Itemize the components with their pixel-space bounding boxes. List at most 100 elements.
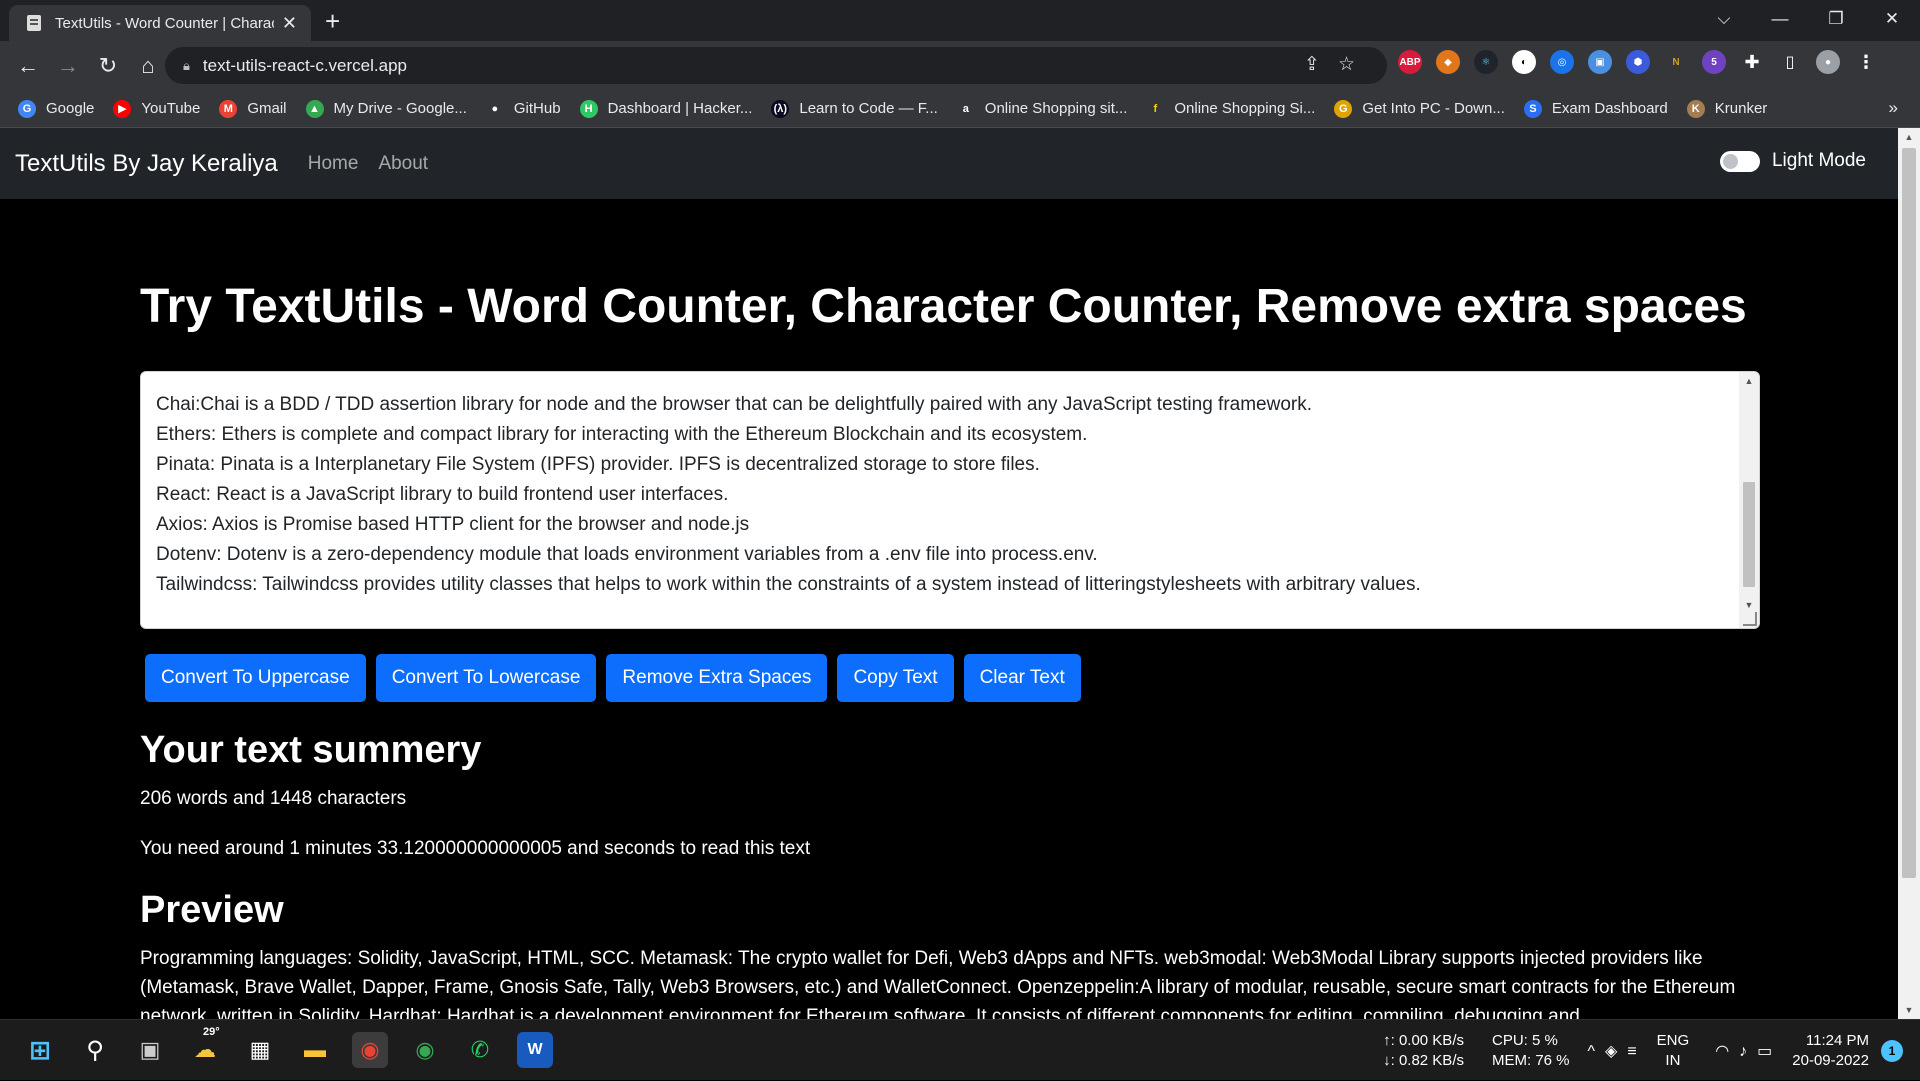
tray-overflow-icon[interactable]: ^◈≡ — [1588, 1041, 1647, 1061]
adblock-extension-icon[interactable]: ABP — [1398, 50, 1422, 74]
back-icon[interactable]: ← — [8, 53, 48, 79]
reading-time: You need around 1 minutes 33.12000000000… — [140, 838, 811, 859]
file-explorer-icon[interactable]: ▬ — [297, 1032, 333, 1068]
page-scroll-down-icon[interactable]: ▼ — [1898, 1005, 1920, 1015]
page-scroll-up-icon[interactable]: ▲ — [1898, 132, 1920, 142]
textarea-line: Dotenv: Dotenv is a zero-dependency modu… — [156, 544, 1098, 565]
page-scroll-thumb[interactable] — [1902, 148, 1916, 878]
text-input-area[interactable]: Chai:Chai is a BDD / TDD assertion libra… — [140, 371, 1760, 629]
restore-icon[interactable]: ❐ — [1808, 0, 1864, 41]
menu-kebab-icon[interactable]: ⋮ — [1854, 50, 1878, 74]
forward-icon[interactable]: → — [48, 53, 88, 79]
minimize-icon[interactable]: — — [1752, 0, 1808, 41]
action-buttons: Convert To Uppercase Convert To Lowercas… — [145, 654, 1091, 702]
react-devtools-icon[interactable]: ⚛ — [1474, 50, 1498, 74]
extension-icon[interactable]: 5 — [1702, 50, 1726, 74]
bookmark-item[interactable]: (λ) Learn to Code — F... — [771, 99, 938, 118]
extension-icon[interactable]: ⬢ — [1626, 50, 1650, 74]
profile-avatar[interactable]: ● — [1816, 50, 1840, 74]
scroll-up-icon[interactable]: ▲ — [1739, 376, 1759, 386]
textarea-line: React: React is a JavaScript library to … — [156, 484, 729, 505]
nav-home-link[interactable]: Home — [308, 153, 359, 175]
mode-toggle[interactable]: Light Mode — [1719, 150, 1866, 172]
share-icon[interactable]: ⇪☆ — [1304, 53, 1373, 76]
tab-search-icon[interactable]: ⌵ — [1696, 0, 1752, 41]
bookmark-item[interactable]: ▲ My Drive - Google... — [305, 99, 467, 118]
bookmark-label: Krunker — [1714, 100, 1768, 117]
extension-icon[interactable]: ◐ — [1512, 50, 1536, 74]
lock-icon[interactable]: 🔒︎ — [183, 58, 190, 74]
clear-text-button[interactable]: Clear Text — [963, 654, 1081, 702]
bookmark-label: Exam Dashboard — [1551, 100, 1668, 117]
nav-about-link[interactable]: About — [378, 153, 428, 175]
bookmark-item[interactable]: G Google — [18, 99, 94, 118]
bookmark-item[interactable]: ▶ YouTube — [113, 99, 200, 118]
windows-start-icon[interactable]: ⊞ — [22, 1032, 58, 1068]
extensions-puzzle-icon[interactable]: ✚ — [1740, 50, 1764, 74]
bookmark-label: My Drive - Google... — [333, 100, 467, 117]
bookmark-item[interactable]: K Krunker — [1686, 99, 1768, 118]
extension-icon[interactable]: N — [1664, 50, 1688, 74]
page-favicon-icon — [27, 15, 41, 31]
convert-lowercase-button[interactable]: Convert To Lowercase — [375, 654, 597, 702]
search-icon[interactable]: ⚲ — [77, 1032, 113, 1068]
reload-icon[interactable]: ↻ — [88, 53, 128, 79]
whatsapp-icon[interactable]: ✆ — [462, 1032, 498, 1068]
textarea-scrollbar[interactable]: ▲ ▼ — [1739, 372, 1759, 628]
url-text: text-utils-react-c.vercel.app — [202, 55, 407, 75]
bookmark-favicon-icon: (λ) — [771, 99, 790, 118]
bookmark-favicon-icon: K — [1686, 99, 1705, 118]
metamask-extension-icon[interactable]: ◆ — [1436, 50, 1460, 74]
textarea-content: Chai:Chai is a BDD / TDD assertion libra… — [156, 372, 1729, 600]
textarea-scroll-thumb[interactable] — [1743, 482, 1755, 587]
bookmark-item[interactable]: ● GitHub — [486, 100, 561, 118]
bookmark-favicon-icon: G — [18, 99, 36, 118]
close-tab-icon[interactable]: ✕ — [282, 13, 297, 34]
bookmark-item[interactable]: f Online Shopping Si... — [1146, 100, 1316, 118]
address-bar[interactable]: 🔒︎ text-utils-react-c.vercel.app ⇪☆ — [165, 47, 1387, 84]
bookmark-favicon-icon: S — [1523, 99, 1542, 118]
bookmark-item[interactable]: a Online Shopping sit... — [957, 100, 1128, 118]
copy-text-button[interactable]: Copy Text — [837, 654, 954, 702]
bookmark-label: GitHub — [513, 100, 561, 117]
bookmarks-overflow-icon[interactable]: » — [1889, 98, 1898, 118]
task-view-icon[interactable]: ▣ — [132, 1032, 168, 1068]
convert-uppercase-button[interactable]: Convert To Uppercase — [145, 654, 366, 702]
language-indicator[interactable]: ENG IN — [1657, 1031, 1690, 1071]
bookmark-label: Get Into PC - Down... — [1362, 100, 1505, 117]
bookmark-favicon-icon: a — [962, 102, 969, 115]
browser-tab[interactable]: TextUtils - Word Counter | Charact ✕ — [9, 5, 311, 41]
taskbar-apps: ⊞ ⚲ ▣ ☁ 29° ▦ ▬ ◉ ◉ ✆ W — [22, 1026, 553, 1068]
scroll-down-icon[interactable]: ▼ — [1739, 600, 1759, 610]
close-window-icon[interactable]: ✕ — [1864, 0, 1920, 41]
new-tab-icon[interactable]: + — [325, 6, 340, 37]
bookmark-item[interactable]: G Get Into PC - Down... — [1334, 99, 1505, 118]
chrome-icon[interactable]: ◉ — [352, 1032, 388, 1068]
weather-icon[interactable]: ☁ 29° — [187, 1026, 223, 1068]
brand-link[interactable]: TextUtils By Jay Keraliya — [15, 150, 278, 178]
mode-switch[interactable] — [1719, 150, 1760, 172]
word-icon[interactable]: W — [517, 1032, 553, 1068]
page-scrollbar[interactable]: ▲ ▼ — [1898, 128, 1920, 1019]
textarea-line: Tailwindcss: Tailwindcss provides utilit… — [156, 574, 1421, 595]
wifi-volume-battery-icon[interactable]: ◠♪▭ — [1715, 1041, 1782, 1061]
tab-strip: TextUtils - Word Counter | Charact ✕ + ⌵… — [0, 0, 1920, 41]
window-controls: ⌵ — ❐ ✕ — [1696, 0, 1920, 41]
extension-icon[interactable]: ◎ — [1550, 50, 1574, 74]
chrome-profile-icon[interactable]: ◉ — [407, 1032, 443, 1068]
home-icon[interactable]: ⌂ — [128, 53, 168, 79]
bookmark-label: Dashboard | Hacker... — [607, 100, 753, 117]
clock[interactable]: 11:24 PM 20-09-2022 — [1792, 1031, 1869, 1071]
extension-icon[interactable]: ▣ — [1588, 50, 1612, 74]
bookmark-item[interactable]: M Gmail — [219, 99, 287, 118]
system-tray: ↑: 0.00 KB/s ↓: 0.82 KB/s CPU: 5 % MEM: … — [1383, 1020, 1920, 1081]
ms-store-icon[interactable]: ▦ — [242, 1032, 278, 1068]
side-panel-icon[interactable]: ▯ — [1778, 50, 1802, 74]
bookmark-item[interactable]: H Dashboard | Hacker... — [579, 99, 753, 118]
cpu-usage: CPU: 5 % — [1491, 1031, 1558, 1049]
notification-badge[interactable]: 1 — [1881, 1039, 1903, 1062]
download-speed: ↓: 0.82 KB/s — [1383, 1051, 1464, 1069]
remove-extra-spaces-button[interactable]: Remove Extra Spaces — [606, 654, 828, 702]
resize-handle-icon[interactable] — [1743, 612, 1757, 626]
bookmark-item[interactable]: S Exam Dashboard — [1523, 99, 1668, 118]
